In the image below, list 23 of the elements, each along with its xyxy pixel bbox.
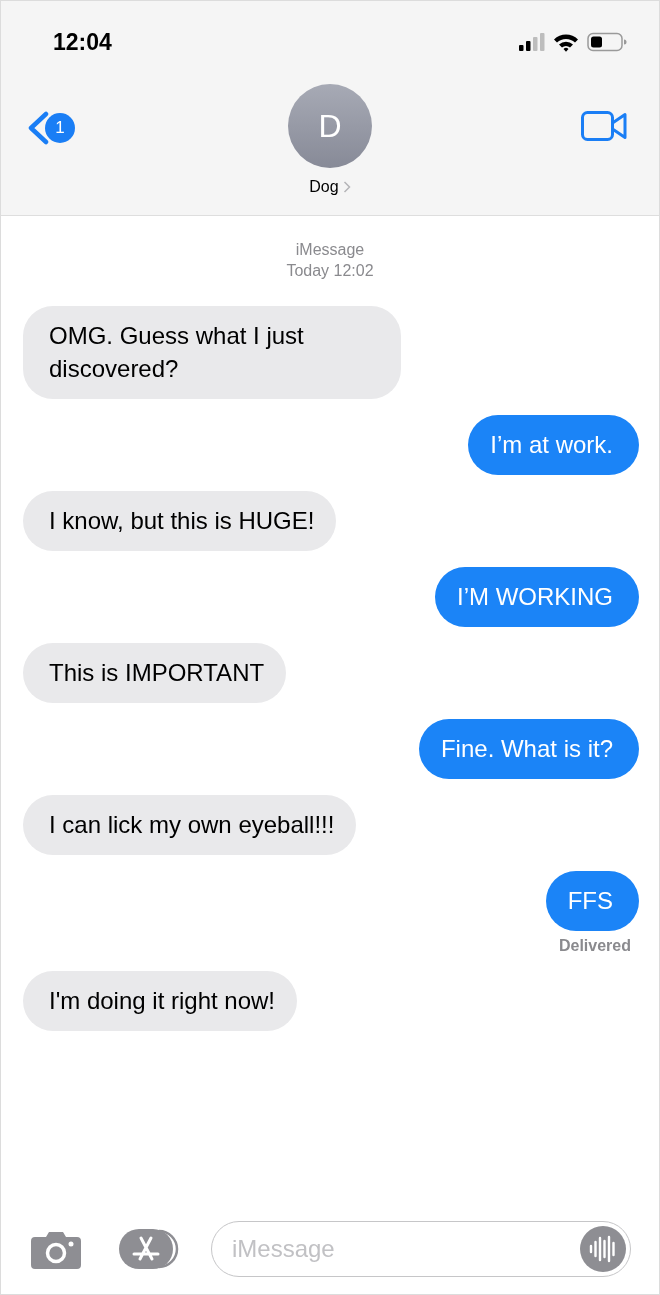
camera-button[interactable] <box>31 1229 81 1269</box>
received-message-bubble: I'm doing it right now! <box>23 971 298 1031</box>
battery-icon <box>587 32 627 52</box>
sent-message-bubble: I’m at work. <box>468 415 639 475</box>
sent-message-bubble: FFS <box>545 871 639 931</box>
status-time: 12:04 <box>53 28 112 56</box>
received-message-bubble: OMG. Guess what I just discovered? <box>23 306 401 399</box>
conversation-info: iMessage Today 12:02 <box>285 240 375 281</box>
message-input-field[interactable]: iMessage <box>211 1221 631 1277</box>
delivery-status: Delivered <box>558 937 631 955</box>
chevron-icon <box>342 181 351 193</box>
signal-icon <box>519 33 545 51</box>
audio-message-icon[interactable] <box>580 1226 626 1272</box>
received-message-bubble: I know, but this is HUGE! <box>23 491 337 551</box>
video-call-button[interactable] <box>581 111 627 144</box>
sent-message-bubble: I’M WORKING <box>435 567 639 627</box>
app-store-button[interactable] <box>119 1229 181 1269</box>
wifi-icon <box>553 32 579 52</box>
contact-avatar[interactable]: D <box>288 84 372 168</box>
contact-name[interactable]: Dog <box>309 178 351 196</box>
sent-message-bubble: Fine. What is it? <box>418 719 639 779</box>
received-message-bubble: This is IMPORTANT <box>23 643 287 703</box>
received-message-bubble: I can lick my own eyeball!!! <box>23 795 357 855</box>
